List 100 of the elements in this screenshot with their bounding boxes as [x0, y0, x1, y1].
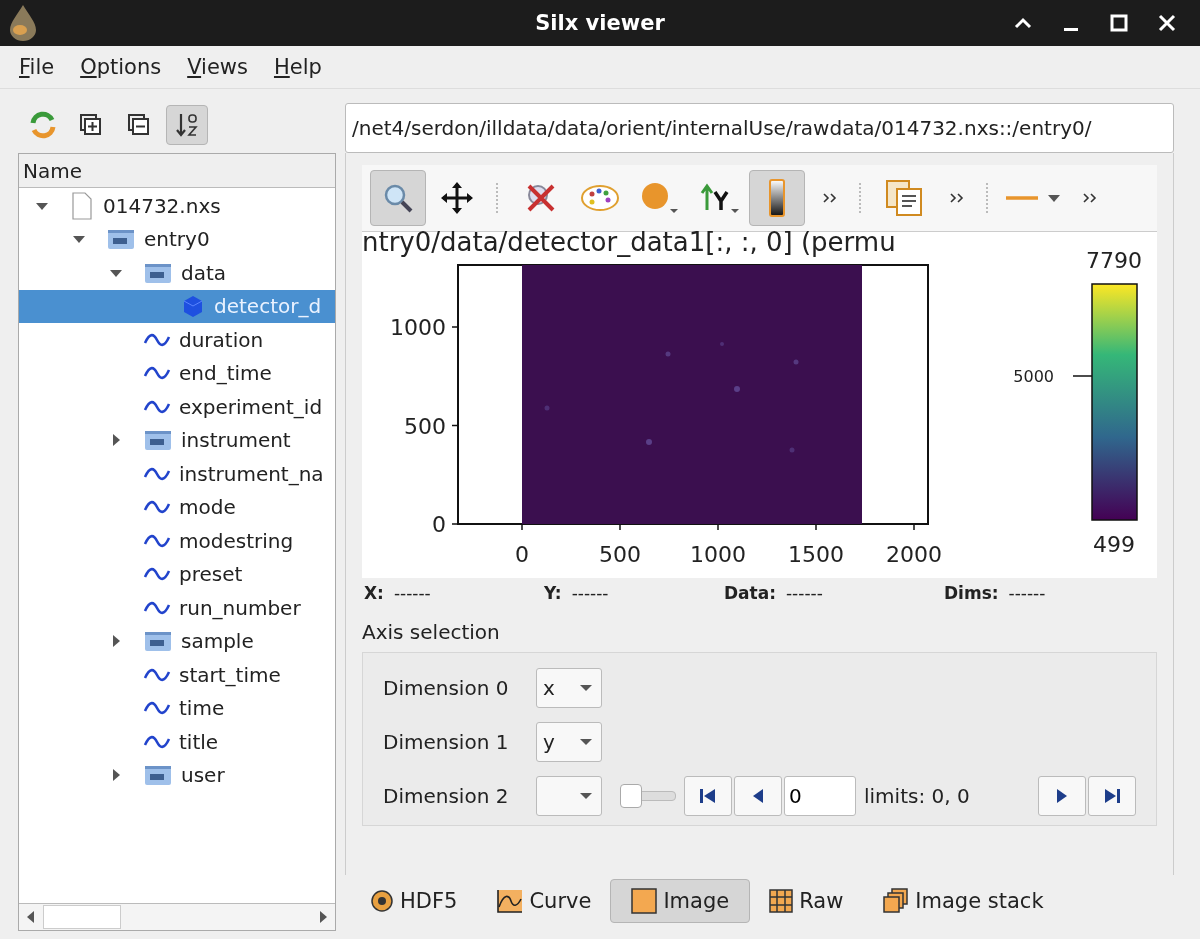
wave-icon	[143, 365, 171, 382]
y-tick-label: 1000	[390, 315, 446, 340]
slider-handle[interactable]	[620, 784, 642, 808]
tree-label: mode	[179, 495, 236, 520]
view-tab[interactable]: Raw	[748, 879, 865, 923]
previous-frame-button[interactable]	[734, 776, 782, 816]
wave-icon	[143, 398, 171, 415]
dimension-label: Dimension 2	[383, 784, 510, 808]
colorbar-min-label: 499	[1093, 532, 1135, 557]
group-title: Axis selection	[362, 620, 501, 646]
last-frame-button[interactable]	[1088, 776, 1136, 816]
axis-dropdown[interactable]: x	[536, 668, 602, 708]
tree-label: time	[179, 696, 225, 721]
copy-icon	[884, 179, 924, 217]
status-value: ------	[786, 583, 823, 603]
tree-label: duration	[179, 327, 264, 352]
dimension-label: Dimension 1	[383, 730, 510, 754]
tree-item[interactable]: preset	[19, 557, 335, 591]
wave-icon	[143, 499, 171, 516]
first-frame-button[interactable]	[684, 776, 732, 816]
status-value: ------	[571, 583, 609, 603]
colorbar-button[interactable]	[749, 170, 805, 226]
expand-all-icon	[78, 112, 104, 138]
dropdown-arrow-icon[interactable]	[579, 791, 593, 801]
colorbar-tick-label: 5000	[1013, 367, 1054, 386]
tree-item[interactable]: 014732.nxs	[19, 189, 335, 223]
wave-icon	[143, 465, 171, 482]
window-title: Silx viewer	[535, 11, 665, 35]
status-label: Data:	[724, 583, 776, 603]
collapsed-icon[interactable]	[111, 634, 121, 649]
stack-icon	[883, 888, 910, 914]
column-header[interactable]: Name	[19, 154, 335, 188]
dimension-label: Dimension 0	[383, 676, 510, 700]
expanded-icon[interactable]	[72, 234, 86, 245]
tree-item[interactable]: time	[19, 691, 335, 725]
close-icon[interactable]	[1156, 12, 1178, 34]
tree-item[interactable]: user	[19, 758, 335, 792]
view-tab[interactable]: Image	[610, 879, 751, 923]
tree-label: sample	[181, 629, 254, 654]
move-icon	[440, 181, 474, 215]
tree-item[interactable]: data	[19, 256, 335, 290]
dropdown-arrow-icon[interactable]	[579, 737, 593, 747]
tree-item[interactable]: mode	[19, 490, 335, 524]
folder-icon	[106, 227, 136, 252]
expanded-icon[interactable]	[109, 267, 123, 278]
frame-field[interactable]: 0	[784, 776, 856, 816]
tree-item[interactable]: experiment_id	[19, 390, 335, 424]
wave-icon	[143, 331, 171, 348]
tree-label: data	[181, 260, 227, 285]
folder-icon	[143, 428, 173, 453]
tree-item[interactable]: instrument	[19, 423, 335, 457]
sort-icon	[174, 111, 200, 139]
tree-label: instrument	[181, 428, 291, 453]
frame-slider[interactable]	[620, 784, 676, 808]
maximize-icon[interactable]	[1108, 12, 1130, 34]
menu-item[interactable]: Options	[80, 55, 162, 79]
tree-item[interactable]: duration	[19, 323, 335, 357]
tree-item[interactable]: title	[19, 725, 335, 759]
tree-label: user	[181, 763, 225, 788]
folder-icon	[143, 763, 173, 788]
colorbar-max-label: 7790	[1086, 248, 1142, 273]
tree-label: instrument_na	[179, 461, 324, 486]
square-icon	[631, 888, 658, 914]
tree-item[interactable]: sample	[19, 624, 335, 658]
wave-icon	[143, 532, 171, 549]
grid-icon	[769, 889, 794, 913]
dropdown-arrow-icon[interactable]	[579, 683, 593, 693]
file-icon	[69, 190, 95, 221]
tree-item[interactable]: end_time	[19, 356, 335, 390]
y-tick-label: 0	[432, 512, 446, 537]
tree-label: end_time	[179, 361, 272, 386]
path-field[interactable]: /net4/serdon/illdata/data/orient/internalUse/rawdata/014732.nxs::/entry0/	[345, 103, 1174, 153]
status-value: ------	[393, 583, 431, 603]
tree-item[interactable]: start_time	[19, 658, 335, 692]
wave-icon	[143, 733, 171, 750]
wave-icon	[143, 700, 171, 717]
badge-icon	[370, 889, 394, 913]
collapsed-icon[interactable]	[111, 433, 121, 448]
menu-item[interactable]: Help	[273, 55, 322, 79]
tree-item[interactable]: modestring	[19, 524, 335, 558]
axis-dropdown[interactable]: y	[536, 722, 602, 762]
x-tick-label: 2000	[886, 542, 942, 567]
tree-item[interactable]: instrument_na	[19, 457, 335, 491]
sort-button[interactable]	[166, 105, 208, 145]
tree-item[interactable]: run_number	[19, 591, 335, 625]
menu-item[interactable]: Views	[187, 55, 248, 79]
refresh-icon	[28, 110, 58, 140]
next-frame-button[interactable]	[1038, 776, 1086, 816]
folder-icon	[143, 629, 173, 654]
status-label: Y:	[544, 583, 562, 603]
y-tick-label: 500	[404, 413, 446, 439]
x-tick-label: 1000	[690, 542, 746, 567]
horizontal-scrollbar[interactable]	[19, 903, 335, 930]
tree-item[interactable]: entry0	[19, 222, 335, 256]
plot-title: ntry0/data/detector_data1[:, :, 0] (permu	[362, 228, 897, 256]
collapsed-icon[interactable]	[111, 768, 121, 783]
menu-item[interactable]: File	[19, 55, 55, 79]
expanded-icon[interactable]	[35, 200, 49, 211]
view-tab[interactable]: Image stack	[862, 879, 1065, 923]
view-tab[interactable]: HDF5	[349, 879, 479, 923]
